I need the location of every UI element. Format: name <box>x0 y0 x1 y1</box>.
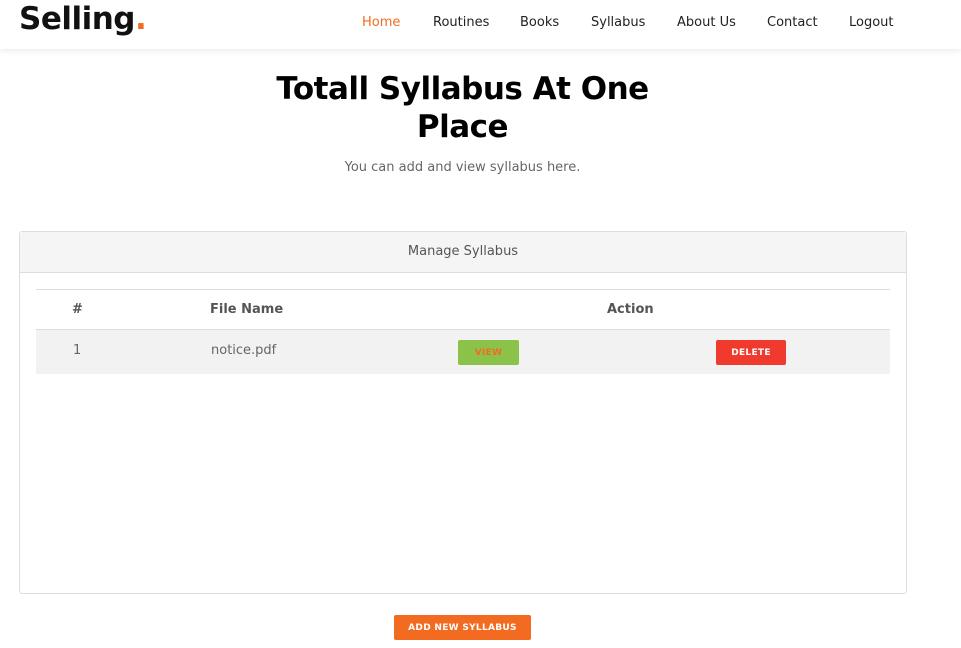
brand-name: Selling <box>19 1 136 37</box>
view-button[interactable]: VIEW <box>458 340 519 365</box>
page-title-line-1: Totall Syllabus At One <box>276 71 649 107</box>
brand-logo[interactable]: Selling. <box>19 1 147 37</box>
table-row: 1 notice.pdf VIEW DELETE <box>36 330 890 374</box>
syllabus-table: # File Name Action 1 notice.pdf VIEW DEL… <box>36 289 890 374</box>
row-file-name: notice.pdf <box>211 343 277 358</box>
column-header-index: # <box>72 302 83 317</box>
top-navbar: Selling. Home Routines Books Syllabus Ab… <box>0 0 961 49</box>
nav-item-logout[interactable]: Logout <box>849 15 894 30</box>
row-index: 1 <box>73 343 82 358</box>
page-subtitle: You can add and view syllabus here. <box>344 160 581 175</box>
page-title: Totall Syllabus At One Place <box>0 70 925 146</box>
manage-syllabus-panel: Manage Syllabus # File Name Action 1 not… <box>19 231 907 594</box>
table-header-row: # File Name Action <box>36 290 890 330</box>
nav-item-books[interactable]: Books <box>520 15 559 30</box>
nav-item-routines[interactable]: Routines <box>433 15 489 30</box>
nav-item-home[interactable]: Home <box>362 15 400 30</box>
add-new-syllabus-button[interactable]: ADD NEW SYLLABUS <box>394 615 531 640</box>
nav-item-contact[interactable]: Contact <box>767 15 818 30</box>
panel-heading: Manage Syllabus <box>20 232 906 273</box>
column-header-file-name: File Name <box>210 302 284 317</box>
column-header-action: Action <box>607 302 654 317</box>
nav-item-syllabus[interactable]: Syllabus <box>591 15 645 30</box>
brand-dot: . <box>135 1 147 37</box>
page-title-line-2: Place <box>416 109 509 145</box>
nav-item-about-us[interactable]: About Us <box>677 15 736 30</box>
delete-button[interactable]: DELETE <box>716 340 786 365</box>
